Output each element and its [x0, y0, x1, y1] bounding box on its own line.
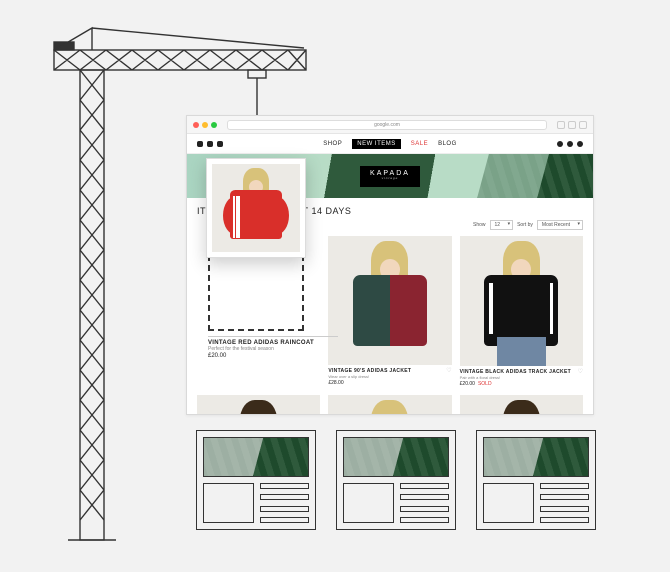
nav-sale[interactable]: SALE	[411, 141, 428, 147]
account-icon[interactable]	[577, 141, 583, 147]
show-select[interactable]: 12	[490, 220, 514, 230]
wf-hero	[203, 437, 309, 477]
product-card[interactable]	[460, 395, 583, 416]
wf-lines	[540, 483, 589, 523]
product-price: £28.00	[328, 380, 451, 386]
wireframe-page	[196, 430, 316, 530]
main-nav: SHOP NEW ITEMS SALE BLOG	[323, 139, 457, 149]
maximize-dot[interactable]	[211, 122, 217, 128]
close-dot[interactable]	[193, 122, 199, 128]
sold-badge: SOLD	[478, 381, 492, 387]
product-card[interactable]: VINTAGE 90'S ADIDAS JACKET Wear over a s…	[328, 236, 451, 387]
product-name: VINTAGE BLACK ADIDAS TRACK JACKET	[460, 369, 583, 375]
wf-hero	[483, 437, 589, 477]
wf-lines	[400, 483, 449, 523]
site-topbar: SHOP NEW ITEMS SALE BLOG	[187, 134, 593, 154]
browser-chrome: google.com	[187, 116, 593, 134]
wireframe-page	[476, 430, 596, 530]
product-thumb	[460, 236, 583, 366]
nav-new-items[interactable]: NEW ITEMS	[352, 139, 401, 149]
instagram-icon[interactable]	[207, 141, 213, 147]
facebook-icon[interactable]	[197, 141, 203, 147]
nav-shop[interactable]: SHOP	[323, 141, 342, 147]
browser-action-icons	[557, 121, 587, 129]
sort-label: Sort by	[517, 222, 533, 228]
topbar-right	[557, 141, 583, 147]
address-url: google.com	[374, 122, 400, 128]
brand-logo[interactable]: KAPADA vintage	[360, 166, 420, 187]
plus-icon[interactable]	[568, 121, 576, 129]
product-card[interactable]	[328, 395, 451, 416]
traffic-lights	[193, 122, 217, 128]
minimize-dot[interactable]	[202, 122, 208, 128]
product-card[interactable]: VINTAGE BLACK ADIDAS TRACK JACKET Pair w…	[460, 236, 583, 387]
product-thumb	[328, 236, 451, 365]
share-icon[interactable]	[557, 121, 565, 129]
wf-lines	[260, 483, 309, 523]
placeholder-price: £20.00	[208, 353, 338, 359]
wireframe-page	[336, 430, 456, 530]
wf-box	[343, 483, 394, 523]
cart-icon[interactable]	[567, 141, 573, 147]
product-sub: Pair with a floral dress!	[460, 375, 583, 380]
wf-box	[203, 483, 254, 523]
lifted-product-card[interactable]	[206, 158, 306, 258]
tabs-icon[interactable]	[579, 121, 587, 129]
product-price: £20.00SOLD	[460, 381, 583, 387]
wireframe-thumbnails	[196, 430, 596, 530]
heart-icon[interactable]: ♡	[446, 367, 451, 374]
twitter-icon[interactable]	[217, 141, 223, 147]
lifted-thumb	[212, 164, 300, 252]
heart-icon[interactable]: ♡	[578, 368, 583, 375]
address-bar[interactable]: google.com	[227, 120, 547, 130]
wf-hero	[343, 437, 449, 477]
search-icon[interactable]	[557, 141, 563, 147]
show-label: Show	[473, 222, 486, 228]
wf-box	[483, 483, 534, 523]
product-card[interactable]	[197, 395, 320, 416]
nav-blog[interactable]: BLOG	[438, 141, 457, 147]
sort-select[interactable]: Most Recent	[537, 220, 583, 230]
drop-placeholder-meta: VINTAGE RED ADIDAS RAINCOAT Perfect for …	[208, 336, 338, 359]
product-sub: Wear over a slip dress!	[328, 374, 451, 379]
brand-tagline: vintage	[370, 177, 410, 180]
social-icons	[197, 141, 223, 147]
placeholder-sub: Perfect for the festival season	[208, 346, 338, 352]
